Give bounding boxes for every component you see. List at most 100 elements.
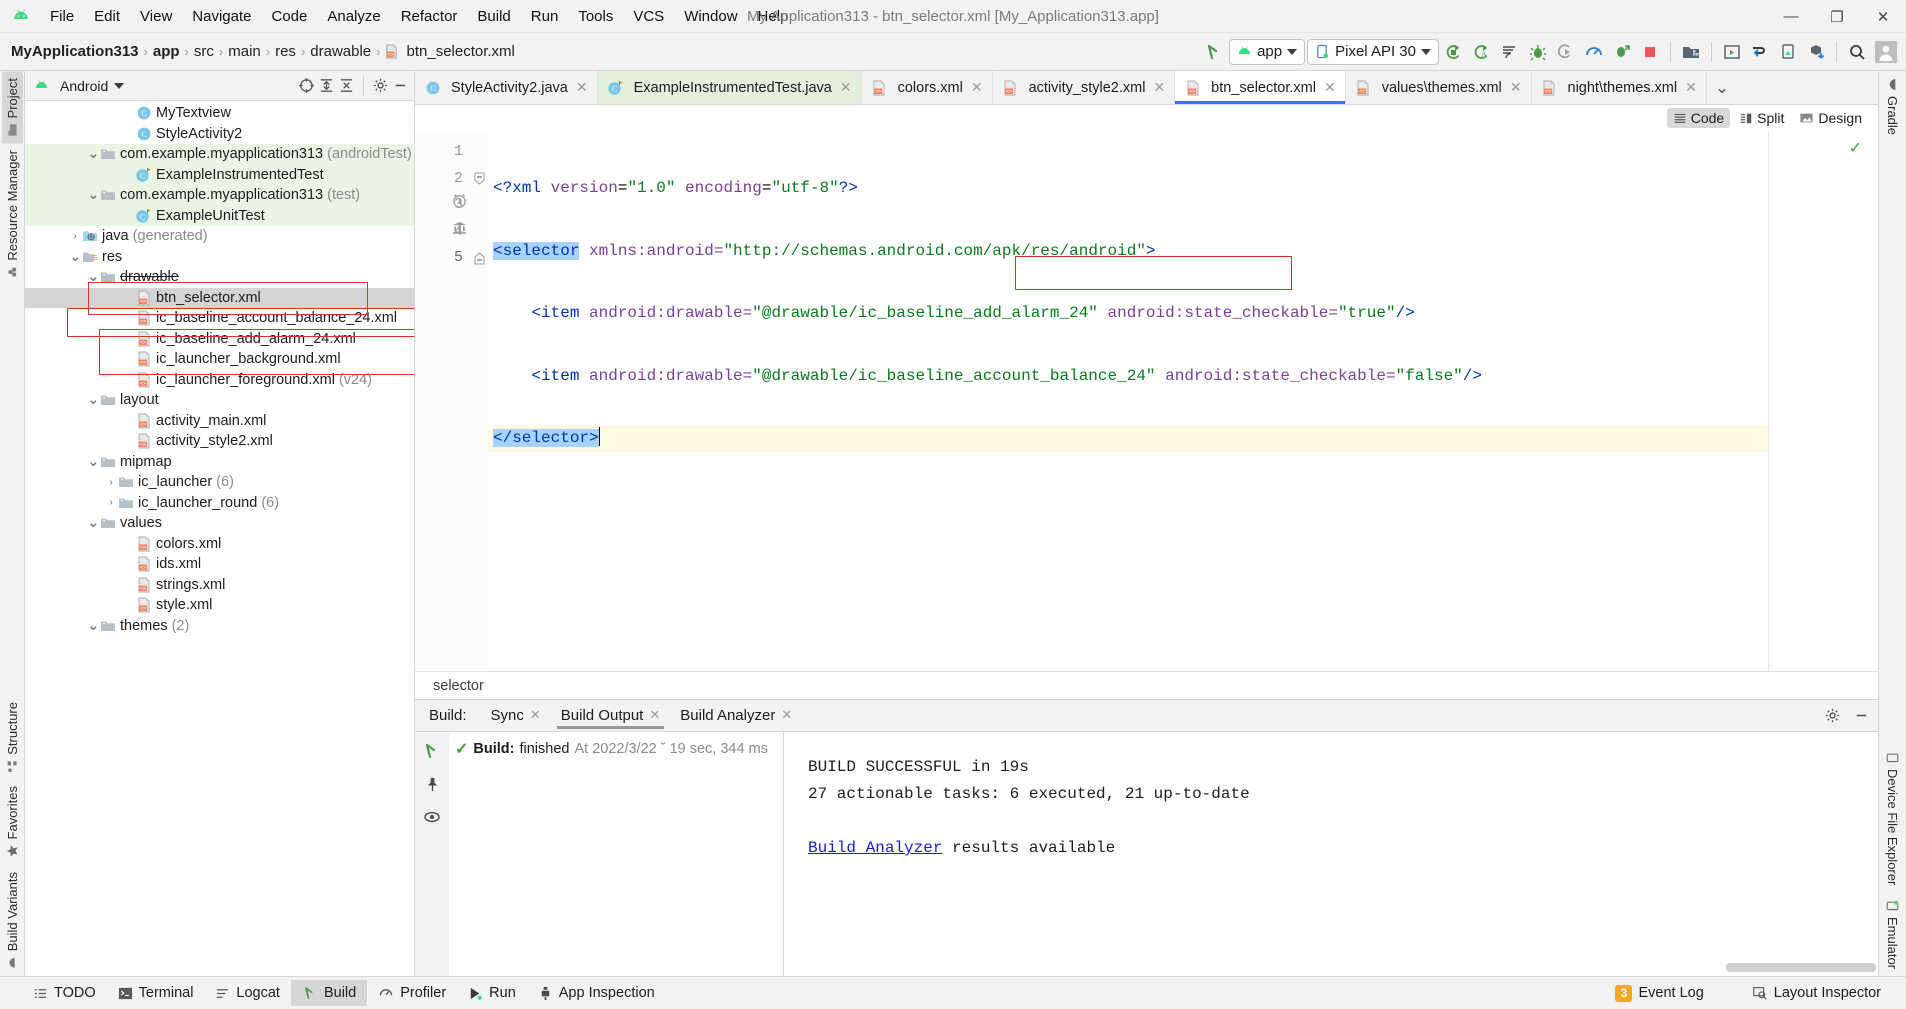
chevron-right-icon[interactable]: ›: [69, 231, 81, 242]
tree-item-com-example-myapplication313[interactable]: ⌄ com.example.myapplication313 (test): [25, 185, 414, 206]
tree-item-strings-xml[interactable]: <> strings.xml: [25, 575, 414, 596]
chevron-right-icon[interactable]: ›: [105, 497, 117, 508]
menu-item-vcs[interactable]: VCS: [623, 5, 674, 28]
close-button[interactable]: ✕: [1860, 0, 1906, 33]
chevron-down-icon[interactable]: ⌄: [87, 146, 100, 161]
stop-icon[interactable]: [1637, 39, 1663, 65]
tree-item-colors-xml[interactable]: <> colors.xml: [25, 534, 414, 555]
tree-item-ic-launcher-background-xml[interactable]: <> ic_launcher_background.xml: [25, 349, 414, 370]
attach-debugger-icon[interactable]: [1553, 39, 1579, 65]
hide-icon[interactable]: [392, 77, 409, 94]
breadcrumb-res[interactable]: res: [272, 43, 299, 60]
tree-item-res[interactable]: ⌄ res: [25, 247, 414, 268]
menu-item-help[interactable]: Help: [748, 5, 799, 28]
menu-item-analyze[interactable]: Analyze: [317, 5, 390, 28]
sidebar-item-device-file-explorer[interactable]: Device File Explorer: [1882, 744, 1903, 892]
minimize-button[interactable]: —: [1768, 0, 1814, 33]
close-icon[interactable]: ✕: [840, 79, 852, 96]
expand-all-icon[interactable]: [318, 77, 335, 94]
editor-tab-activity-style2-xml[interactable]: <> activity_style2.xml ✕: [992, 71, 1176, 104]
tree-item-mytextview[interactable]: C MyTextview: [25, 103, 414, 124]
tree-item-values[interactable]: ⌄ values: [25, 513, 414, 534]
build-tab-sync[interactable]: Sync ✕: [483, 703, 549, 729]
close-icon[interactable]: ✕: [1510, 79, 1522, 96]
breadcrumb-app[interactable]: app: [150, 43, 183, 60]
chevron-down-icon[interactable]: ⌄: [87, 392, 100, 407]
editor-tab-exampleinstrumentedtest-java[interactable]: C ExampleInstrumentedTest.java ✕: [597, 71, 862, 104]
sidebar-item-favorites[interactable]: Favorites: [2, 779, 23, 864]
minimize-icon[interactable]: [1853, 707, 1870, 724]
tree-item-activity-style2-xml[interactable]: <> activity_style2.xml: [25, 431, 414, 452]
breadcrumb-main[interactable]: main: [225, 43, 264, 60]
menu-item-tools[interactable]: Tools: [568, 5, 623, 28]
chevron-down-icon[interactable]: ⌄: [87, 618, 100, 633]
tree-item-java[interactable]: › java (generated): [25, 226, 414, 247]
breadcrumb-project[interactable]: MyApplication313: [8, 43, 142, 60]
tree-item-mipmap[interactable]: ⌄ mipmap: [25, 452, 414, 473]
view-mode-split[interactable]: Split: [1733, 108, 1790, 128]
menu-item-edit[interactable]: Edit: [84, 5, 130, 28]
run-coverage-icon[interactable]: A: [1469, 39, 1495, 65]
avd-manager-icon[interactable]: [1678, 39, 1704, 65]
status-item-event-log[interactable]: 3 Event Log: [1604, 980, 1714, 1007]
menu-item-window[interactable]: Window: [674, 5, 747, 28]
build-analyzer-link[interactable]: Build Analyzer: [808, 839, 942, 857]
tree-item-exampleinstrumentedtest[interactable]: C ExampleInstrumentedTest: [25, 164, 414, 185]
build-tab-build-output[interactable]: Build Output ✕: [553, 703, 668, 729]
run-icon[interactable]: [1441, 39, 1467, 65]
close-icon[interactable]: ✕: [1153, 79, 1165, 96]
status-item-run[interactable]: Run: [457, 980, 527, 1006]
sync-gradle-icon[interactable]: [1803, 39, 1829, 65]
close-icon[interactable]: ✕: [1324, 79, 1336, 96]
fold-marker-selector-close[interactable]: [471, 245, 487, 272]
tree-item-ic-launcher-foreground-xml[interactable]: <> ic_launcher_foreground.xml (v24): [25, 370, 414, 391]
maximize-button[interactable]: ❐: [1814, 0, 1860, 33]
tree-item-ic-baseline-add-alarm-24-xml[interactable]: <> ic_baseline_add_alarm_24.xml: [25, 329, 414, 350]
tree-item-activity-main-xml[interactable]: <> activity_main.xml: [25, 411, 414, 432]
chevron-down-icon[interactable]: ⌄: [87, 269, 100, 284]
menu-item-view[interactable]: View: [130, 5, 182, 28]
project-view-name[interactable]: Android: [60, 78, 108, 94]
build-tree-row[interactable]: ✓ Build: finished At 2022/3/22 ˘ 19 sec,…: [449, 738, 783, 760]
intention-bulb-icon[interactable]: [487, 223, 607, 313]
build-hammer-icon[interactable]: [422, 741, 442, 761]
editor-tab-styleactivity2-java[interactable]: C StyleActivity2.java ✕: [415, 71, 598, 104]
close-icon[interactable]: ✕: [649, 707, 660, 723]
collapse-all-icon[interactable]: [338, 77, 355, 94]
horizontal-scrollbar[interactable]: [1726, 963, 1876, 972]
menu-item-code[interactable]: Code: [261, 5, 317, 28]
chevron-down-icon[interactable]: ⌄: [87, 515, 100, 530]
tree-item-btn-selector-xml[interactable]: <> btn_selector.xml: [25, 287, 414, 308]
menu-item-navigate[interactable]: Navigate: [182, 5, 261, 28]
close-icon[interactable]: ✕: [576, 79, 588, 96]
tree-item-ic-launcher[interactable]: › ic_launcher (6): [25, 472, 414, 493]
build-output-text[interactable]: BUILD SUCCESSFUL in 19s 27 actionable ta…: [784, 732, 1878, 976]
menu-item-build[interactable]: Build: [467, 5, 520, 28]
editor-tab-values-themes-xml[interactable]: <> values\themes.xml ✕: [1345, 71, 1532, 104]
close-icon[interactable]: ✕: [971, 79, 983, 96]
chevron-down-icon[interactable]: ⌄: [87, 187, 100, 202]
editor-tab-strip[interactable]: C StyleActivity2.java ✕ C ExampleInstrumente…: [415, 71, 1878, 105]
menu-item-run[interactable]: Run: [521, 5, 569, 28]
status-item-build[interactable]: Build: [290, 980, 368, 1006]
debug-icon[interactable]: [1525, 39, 1551, 65]
view-mode-code[interactable]: Code: [1666, 108, 1731, 128]
tree-item-ids-xml[interactable]: <> ids.xml: [25, 554, 414, 575]
code-editor[interactable]: 1 2 3 4 5 <?xml version="1.0" encoding="…: [415, 131, 1878, 671]
settings-icon[interactable]: [1824, 707, 1841, 724]
locate-icon[interactable]: [298, 77, 315, 94]
sdk-manager-icon[interactable]: [1747, 39, 1773, 65]
editor-breadcrumb-selector[interactable]: selector: [433, 678, 484, 694]
tree-item-com-example-myapplication313[interactable]: ⌄ com.example.myapplication313 (androidTes…: [25, 144, 414, 165]
menu-item-refactor[interactable]: Refactor: [391, 5, 468, 28]
tree-item-exampleunittest[interactable]: C ExampleUnitTest: [25, 205, 414, 226]
status-item-todo[interactable]: TODO: [22, 980, 107, 1006]
breadcrumb-file[interactable]: btn_selector.xml: [404, 43, 518, 60]
build-output-tree[interactable]: ✓ Build: finished At 2022/3/22 ˘ 19 sec,…: [449, 732, 784, 976]
close-icon[interactable]: ✕: [781, 707, 792, 723]
chevron-down-icon[interactable]: [114, 82, 125, 89]
sidebar-item-structure[interactable]: Structure: [2, 695, 23, 780]
close-icon[interactable]: ✕: [1685, 79, 1697, 96]
run-configuration-selector[interactable]: app: [1229, 38, 1306, 65]
tree-item-ic-launcher-round[interactable]: › ic_launcher_round (6): [25, 493, 414, 514]
